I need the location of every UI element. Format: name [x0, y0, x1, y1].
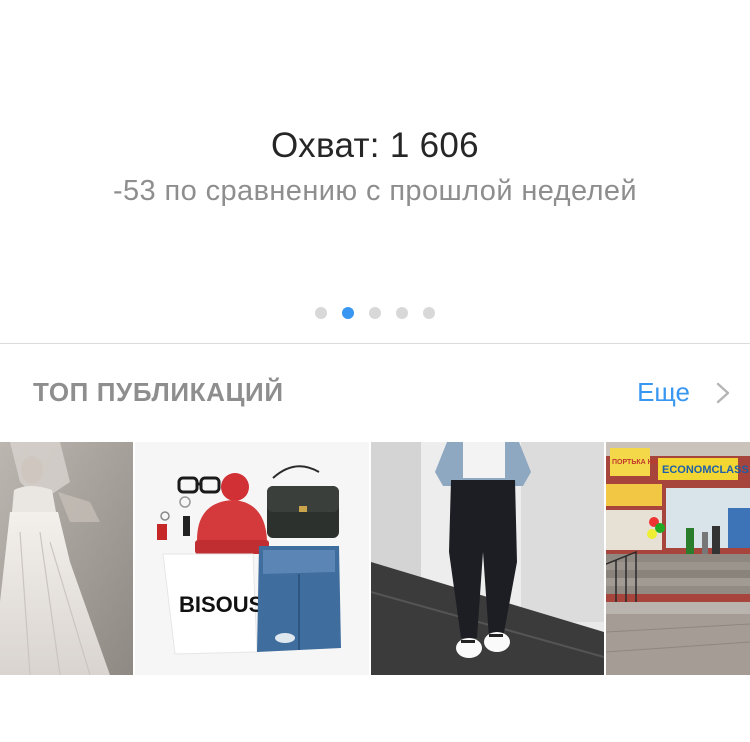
post-thumbnail-4[interactable]: ПОРТЬКА НА ВАГУ ECONOMCLASS — [606, 442, 750, 675]
page-dot-2-active[interactable] — [342, 307, 354, 319]
post-thumbnail-2[interactable]: BISOUS — [135, 442, 369, 675]
see-more-button[interactable]: Еще — [637, 377, 732, 408]
see-more-label[interactable]: Еще — [637, 377, 690, 408]
top-posts-grid: BISOUS ПОРТЬКА НА ВАГУ ECONOMCLASS — [0, 442, 750, 675]
shirt-print: BISOUS — [179, 592, 263, 617]
vintage-bride-image — [0, 442, 133, 675]
flatlay-image: BISOUS — [135, 442, 369, 675]
top-posts-header: ТОП ПУБЛИКАЦИЙ Еще — [0, 344, 750, 442]
page-dot-4[interactable] — [396, 307, 408, 319]
street-fashion-image — [371, 442, 604, 675]
chevron-right-icon[interactable] — [714, 382, 732, 404]
page-dot-1[interactable] — [315, 307, 327, 319]
page-indicator[interactable] — [0, 307, 750, 319]
storefront-image: ПОРТЬКА НА ВАГУ ECONOMCLASS — [606, 442, 750, 675]
top-posts-title: ТОП ПУБЛИКАЦИЙ — [33, 377, 284, 407]
store-sign-main: ECONOMCLASS — [662, 464, 749, 476]
post-thumbnail-1[interactable] — [0, 442, 133, 675]
post-thumbnail-3[interactable] — [371, 442, 604, 675]
page-dot-5[interactable] — [423, 307, 435, 319]
reach-title: Охват: 1 606 — [271, 126, 479, 165]
page-dot-3[interactable] — [369, 307, 381, 319]
reach-comparison: -53 по сравнению с прошлой неделей — [112, 175, 638, 207]
stats-pager[interactable]: Охват: 1 606 -53 по сравнению с прошлой … — [0, 0, 750, 343]
